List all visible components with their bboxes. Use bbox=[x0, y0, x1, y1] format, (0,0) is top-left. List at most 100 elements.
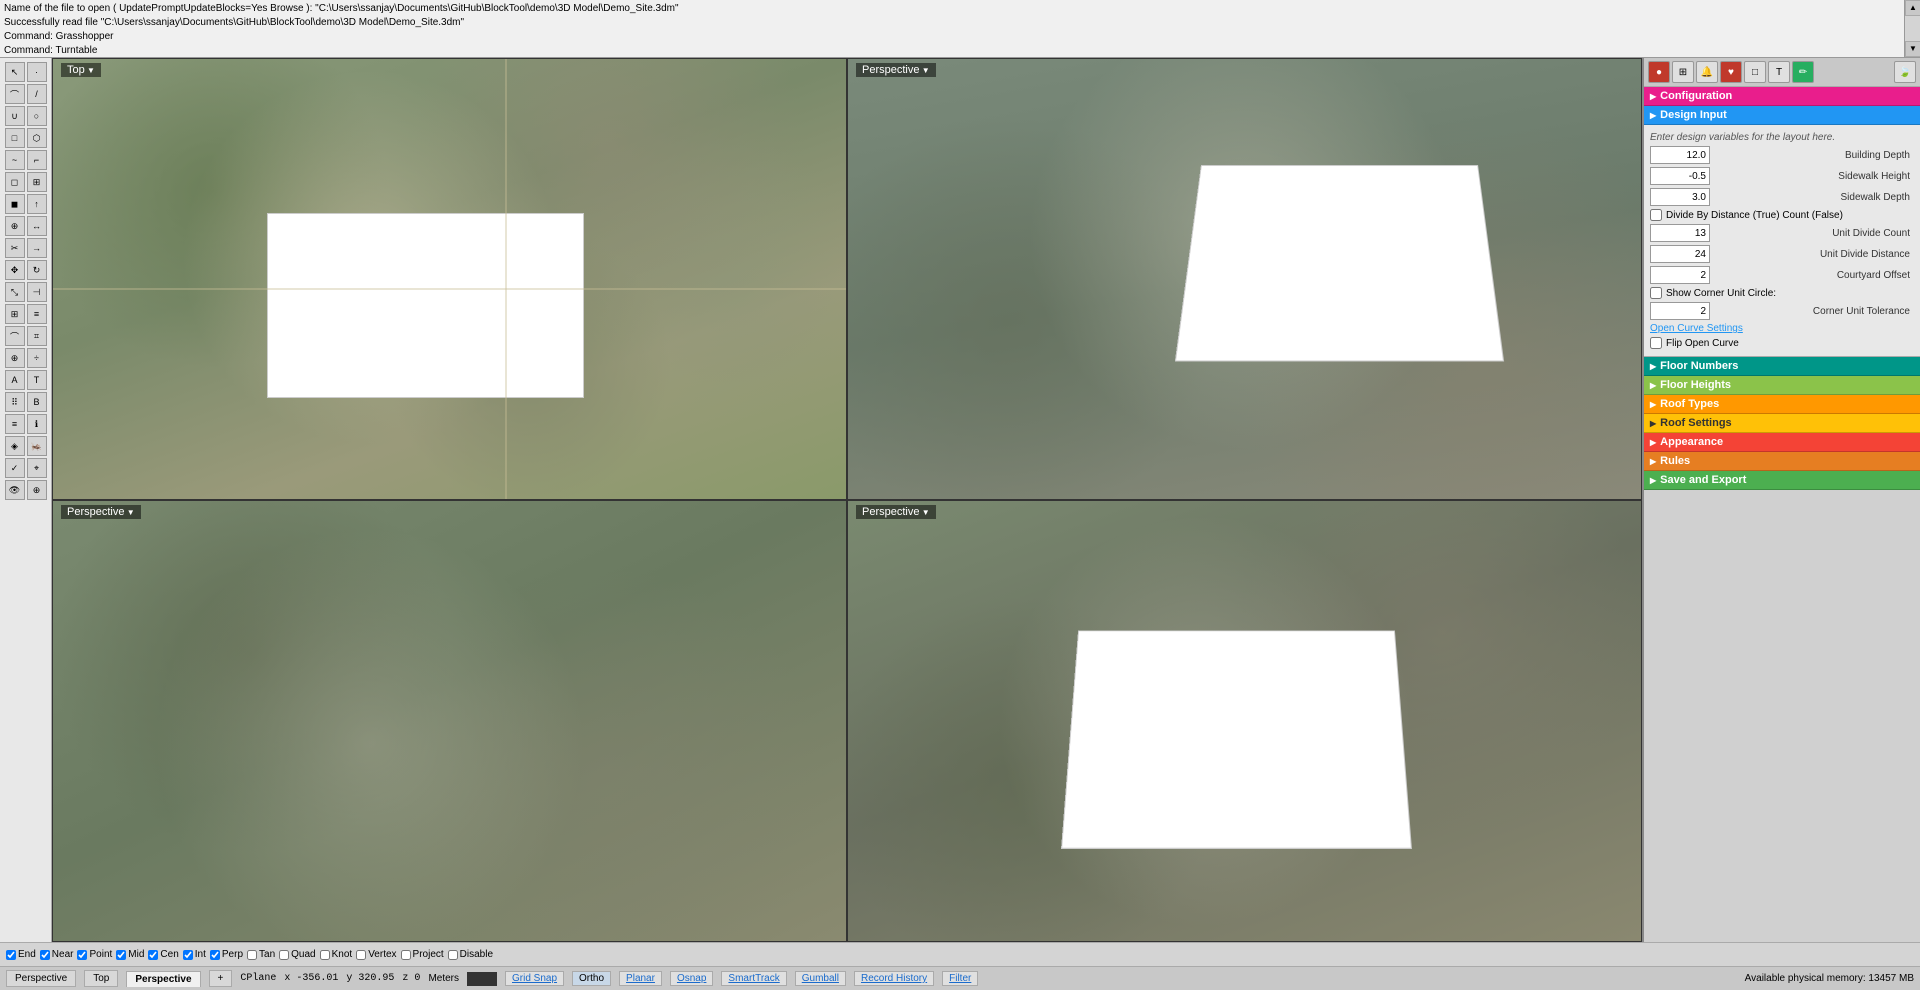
select-tool[interactable]: ↖ bbox=[5, 62, 25, 82]
tool-monitor[interactable]: □ bbox=[1744, 61, 1766, 83]
mesh-tool[interactable]: ⊞ bbox=[27, 172, 47, 192]
circle-tool[interactable]: ○ bbox=[27, 106, 47, 126]
boolean-tool[interactable]: ⊕ bbox=[5, 348, 25, 368]
fillet-tool[interactable]: ⌒ bbox=[5, 326, 25, 346]
snap-disable-checkbox[interactable] bbox=[448, 950, 458, 960]
polygon-tool[interactable]: ⬡ bbox=[27, 128, 47, 148]
line-tool[interactable]: / bbox=[27, 84, 47, 104]
save-export-header[interactable]: ▶ Save and Export bbox=[1644, 471, 1920, 490]
gumball-btn[interactable]: Gumball bbox=[795, 971, 846, 986]
transform-tool[interactable]: ⊕ bbox=[5, 216, 25, 236]
grasshopper-tool[interactable]: 🦗 bbox=[27, 436, 47, 456]
move-tool[interactable]: ✥ bbox=[5, 260, 25, 280]
snap-knot-checkbox[interactable] bbox=[320, 950, 330, 960]
viewport-top-right[interactable]: Perspective bbox=[847, 58, 1642, 500]
surface-tool[interactable]: ◻ bbox=[5, 172, 25, 192]
arc-tool[interactable]: ∪ bbox=[5, 106, 25, 126]
solid-tool[interactable]: ◼ bbox=[5, 194, 25, 214]
viewport-bottom-right[interactable]: Perspective bbox=[847, 500, 1642, 942]
viewport-bottom-right-label[interactable]: Perspective bbox=[856, 505, 936, 519]
dimension-tool[interactable]: ↔ bbox=[27, 216, 47, 236]
snap-int-checkbox[interactable] bbox=[183, 950, 193, 960]
smarttrack-btn[interactable]: SmartTrack bbox=[721, 971, 786, 986]
array-tool[interactable]: ⊞ bbox=[5, 304, 25, 324]
tool-grid[interactable]: ⊞ bbox=[1672, 61, 1694, 83]
osnap-btn[interactable]: Osnap bbox=[670, 971, 713, 986]
snap-vertex-checkbox[interactable] bbox=[356, 950, 366, 960]
offset-tool[interactable]: ≡ bbox=[27, 304, 47, 324]
snap-point-checkbox[interactable] bbox=[77, 950, 87, 960]
tool-pencil[interactable]: ✏ bbox=[1792, 61, 1814, 83]
panel-scroll-area[interactable]: ▶ Configuration ▶ Design Input Enter des… bbox=[1644, 87, 1920, 942]
unit-divide-distance-input[interactable] bbox=[1650, 245, 1710, 263]
tool-circle[interactable]: ● bbox=[1648, 61, 1670, 83]
snap-quad-checkbox[interactable] bbox=[279, 950, 289, 960]
mirror-tool[interactable]: ⊣ bbox=[27, 282, 47, 302]
curve-tool[interactable]: ⌒ bbox=[5, 84, 25, 104]
hatch-tool[interactable]: ⠿ bbox=[5, 392, 25, 412]
rotate-tool[interactable]: ↻ bbox=[27, 260, 47, 280]
freeform-tool[interactable]: ~ bbox=[5, 150, 25, 170]
extrude-tool[interactable]: ↑ bbox=[27, 194, 47, 214]
viewport-bottom-left[interactable]: Perspective bbox=[52, 500, 847, 942]
divide-distance-checkbox[interactable] bbox=[1650, 209, 1662, 221]
appearance-header[interactable]: ▶ Appearance bbox=[1644, 433, 1920, 452]
viewport-top-left[interactable]: Top bbox=[52, 58, 847, 500]
add-tab-button[interactable]: + bbox=[209, 970, 233, 987]
tab-top[interactable]: Top bbox=[84, 970, 118, 987]
properties-tool[interactable]: ℹ bbox=[27, 414, 47, 434]
chamfer-tool[interactable]: ⌗ bbox=[27, 326, 47, 346]
tab-perspective-2[interactable]: Perspective bbox=[126, 971, 200, 987]
point-tool[interactable]: · bbox=[27, 62, 47, 82]
building-depth-input[interactable] bbox=[1650, 146, 1710, 164]
annotation-tool[interactable]: A bbox=[5, 370, 25, 390]
scroll-up-arrow[interactable]: ▲ bbox=[1905, 0, 1920, 16]
sidewalk-height-input[interactable] bbox=[1650, 167, 1710, 185]
snap-near-checkbox[interactable] bbox=[40, 950, 50, 960]
grid-snap-btn[interactable]: Grid Snap bbox=[505, 971, 564, 986]
snap-perp-checkbox[interactable] bbox=[210, 950, 220, 960]
planar-btn[interactable]: Planar bbox=[619, 971, 662, 986]
viewport-top-left-label[interactable]: Top bbox=[61, 63, 101, 77]
design-input-header[interactable]: ▶ Design Input bbox=[1644, 106, 1920, 125]
configuration-header[interactable]: ▶ Configuration bbox=[1644, 87, 1920, 106]
snap-end-checkbox[interactable] bbox=[6, 950, 16, 960]
flip-open-curve-checkbox[interactable] bbox=[1650, 337, 1662, 349]
ortho-btn[interactable]: Ortho bbox=[572, 971, 611, 986]
scale-tool[interactable]: ⤡ bbox=[5, 282, 25, 302]
corner-unit-circle-checkbox[interactable] bbox=[1650, 287, 1662, 299]
tool-heart[interactable]: ♥ bbox=[1720, 61, 1742, 83]
floor-numbers-header[interactable]: ▶ Floor Numbers bbox=[1644, 357, 1920, 376]
snap-tan-checkbox[interactable] bbox=[247, 950, 257, 960]
split-tool[interactable]: ÷ bbox=[27, 348, 47, 368]
trim-tool[interactable]: ✂ bbox=[5, 238, 25, 258]
zoom-tool[interactable]: ⊕ bbox=[27, 480, 47, 500]
tab-perspective-1[interactable]: Perspective bbox=[6, 970, 76, 987]
snap-mid-checkbox[interactable] bbox=[116, 950, 126, 960]
tool-bell[interactable]: 🔔 bbox=[1696, 61, 1718, 83]
courtyard-offset-input[interactable] bbox=[1650, 266, 1710, 284]
open-curve-settings-link[interactable]: Open Curve Settings bbox=[1650, 323, 1743, 334]
extend-tool[interactable]: → bbox=[27, 238, 47, 258]
roof-settings-header[interactable]: ▶ Roof Settings bbox=[1644, 414, 1920, 433]
snap-project-checkbox[interactable] bbox=[401, 950, 411, 960]
block-tool[interactable]: B bbox=[27, 392, 47, 412]
rect-tool[interactable]: □ bbox=[5, 128, 25, 148]
polyline-tool[interactable]: ⌐ bbox=[27, 150, 47, 170]
corner-unit-tolerance-input[interactable] bbox=[1650, 302, 1710, 320]
floor-heights-header[interactable]: ▶ Floor Heights bbox=[1644, 376, 1920, 395]
filter-btn[interactable]: Filter bbox=[942, 971, 978, 986]
scroll-down-arrow[interactable]: ▼ bbox=[1905, 41, 1920, 57]
render-tool[interactable]: ◈ bbox=[5, 436, 25, 456]
view-tool[interactable]: 👁 bbox=[5, 480, 25, 500]
roof-types-header[interactable]: ▶ Roof Types bbox=[1644, 395, 1920, 414]
snap-cen-checkbox[interactable] bbox=[148, 950, 158, 960]
unit-divide-count-input[interactable] bbox=[1650, 224, 1710, 242]
sidewalk-depth-input[interactable] bbox=[1650, 188, 1710, 206]
layer-tool[interactable]: ≡ bbox=[5, 414, 25, 434]
viewport-top-right-label[interactable]: Perspective bbox=[856, 63, 936, 77]
check-tool[interactable]: ✓ bbox=[5, 458, 25, 478]
tool-text[interactable]: T bbox=[1768, 61, 1790, 83]
viewport-bottom-left-label[interactable]: Perspective bbox=[61, 505, 141, 519]
record-history-btn[interactable]: Record History bbox=[854, 971, 934, 986]
